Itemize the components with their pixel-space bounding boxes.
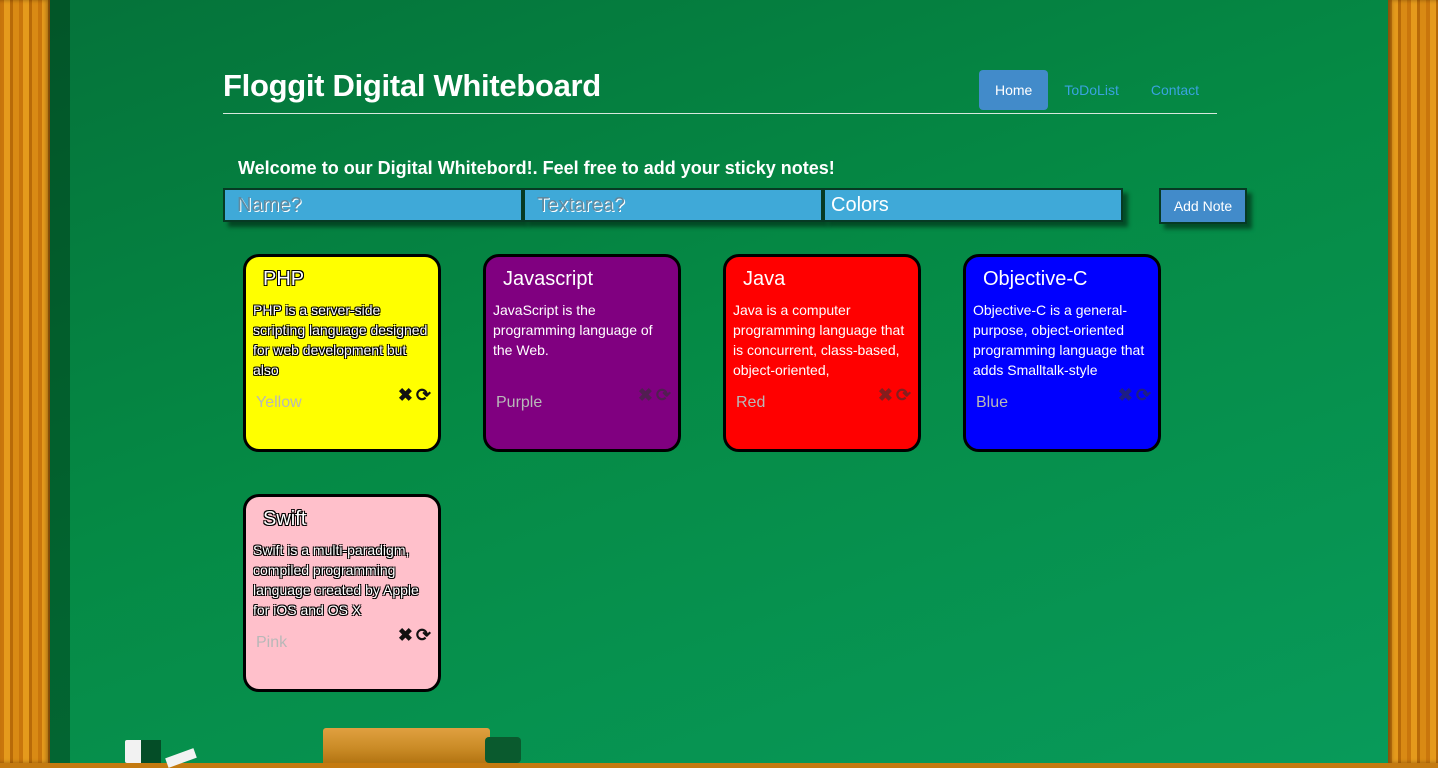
sticky-note-swift: Swift Swift is a multi-paradigm, compile… [243,494,441,692]
welcome-message: Welcome to our Digital Whitebord!. Feel … [238,158,835,178]
colors-input[interactable] [823,188,1123,222]
textarea-input[interactable] [523,188,823,222]
note-text: Objective-C is a general-purpose, object… [973,302,1145,378]
note-color-label: Purple [496,394,543,411]
nav-todolist[interactable]: ToDoList [1048,70,1134,110]
refresh-icon[interactable]: ⟳ [416,626,431,644]
sticky-note-objective-c: Objective-C Objective-C is a general-pur… [963,254,1161,452]
chalkboard-edge-shadow [50,0,70,763]
sticky-note-php: PHP PHP is a server-side scripting langu… [243,254,441,452]
wood-frame-left [0,0,50,763]
close-icon[interactable]: ✖ [398,626,413,644]
close-icon[interactable]: ✖ [878,386,893,404]
note-color-label: Red [736,394,766,411]
note-title: Javascript [503,268,594,290]
name-input[interactable] [223,188,523,222]
sticky-note-java: Java Java is a computer programming lang… [723,254,921,452]
refresh-icon[interactable]: ⟳ [656,386,671,404]
close-icon[interactable]: ✖ [1118,386,1133,404]
add-note-button[interactable]: Add Note [1159,188,1247,224]
eraser [323,728,490,763]
note-color-label: Blue [976,394,1009,411]
chalk-shadow [141,740,161,763]
site-title: Floggit Digital Whiteboard [223,68,601,103]
note-text: Java is a computer programming language … [733,302,905,378]
refresh-icon[interactable]: ⟳ [416,386,431,404]
main-nav: Home ToDoList Contact [979,70,1215,110]
note-title: Java [743,268,786,290]
note-text: JavaScript is the programming language o… [493,302,653,358]
note-actions: ✖ ⟳ [878,386,911,404]
eraser-pad [485,737,521,763]
note-color-label: Yellow [256,394,302,411]
wood-frame-right [1388,0,1438,763]
note-title: Objective-C [983,268,1088,290]
note-color-label: Pink [256,634,288,651]
header-divider [223,113,1217,114]
note-actions: ✖ ⟳ [638,386,671,404]
note-actions: ✖ ⟳ [398,386,431,404]
close-icon[interactable]: ✖ [638,386,653,404]
nav-contact[interactable]: Contact [1135,70,1215,110]
refresh-icon[interactable]: ⟳ [1136,386,1151,404]
close-icon[interactable]: ✖ [398,386,413,404]
note-actions: ✖ ⟳ [1118,386,1151,404]
note-text: Swift is a multi-paradigm, compiled prog… [253,542,419,618]
note-text: PHP is a server-side scripting language … [253,302,428,378]
nav-home[interactable]: Home [979,70,1049,110]
note-actions: ✖ ⟳ [398,626,431,644]
refresh-icon[interactable]: ⟳ [896,386,911,404]
note-title: Swift [263,508,307,530]
sticky-note-javascript: Javascript JavaScript is the programming… [483,254,681,452]
note-title: PHP [263,268,305,290]
